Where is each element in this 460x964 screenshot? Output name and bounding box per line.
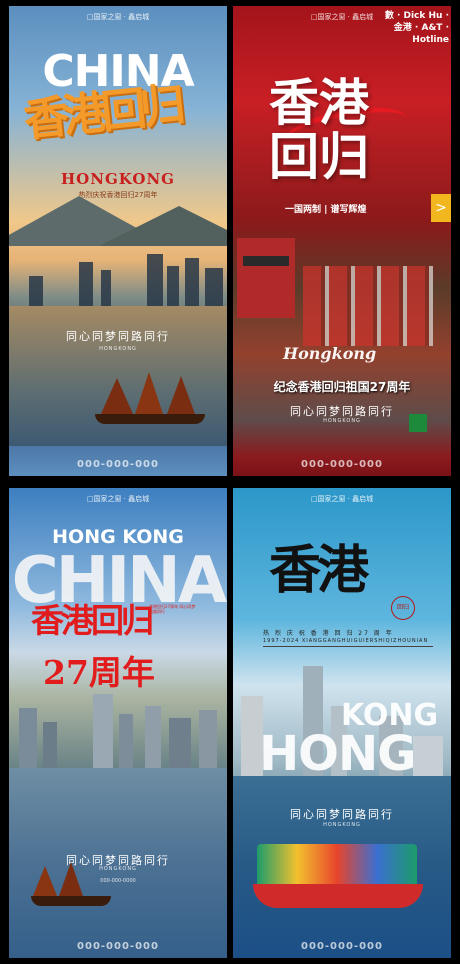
- junk-sail-icon: [101, 378, 133, 414]
- poster-hongkong-red: □国家之窗 · 鑫启城 數 · Dick Hu · 金港 · A&T · Hot…: [233, 6, 451, 476]
- phone-number: 000-000-000: [301, 459, 383, 470]
- double-decker-bus: [237, 238, 295, 318]
- junk-sail-icon: [59, 862, 83, 896]
- junk-sail-icon: [135, 372, 163, 414]
- tagline: 一国两制 | 谱写辉煌: [285, 205, 367, 215]
- phone-number: 000-000-000: [77, 459, 159, 470]
- brand-logo: □国家之窗 · 鑫启城: [86, 13, 150, 21]
- skyline: [9, 246, 227, 306]
- skyline: [9, 694, 227, 768]
- junk-boat-hull: [95, 414, 205, 424]
- hongkong-small: HONGKONG: [323, 822, 361, 828]
- title-block: 香港 回归: [269, 76, 369, 184]
- hongkong-small: HONGKONG: [99, 346, 137, 352]
- taxi-traffic: [303, 266, 433, 346]
- subtitle-cn: 热 烈 庆 祝 香 港 回 归 27 周 年: [263, 630, 394, 637]
- slogan: 同心同梦同路同行: [290, 808, 394, 821]
- traffic-sign-icon: [409, 414, 427, 432]
- arrow-icon: >: [431, 194, 451, 222]
- hongkong-script: Hongkong: [283, 344, 377, 363]
- junk-sail-icon: [167, 376, 195, 414]
- brand-logo: □国家之窗 · 鑫启城: [310, 495, 374, 503]
- seal-stamp: 回归: [391, 596, 415, 620]
- bus-window: [243, 256, 289, 266]
- mountain-shape: [99, 206, 227, 246]
- title-line1: 香港: [269, 74, 369, 132]
- subtitle-pinyin: 1997-2024 XIANGGANGHUIGUIERSHIQIZHOUNIAN: [263, 638, 433, 647]
- star-ferry-upper-deck: [257, 844, 417, 884]
- junk-sail-icon: [33, 866, 57, 896]
- hongkong-label: HONGKONG: [61, 170, 175, 188]
- memo-small: 香港回归27周年 同心同梦 同路同行: [149, 604, 196, 614]
- memorial-text: 纪念香港回归祖国27周年: [273, 380, 411, 394]
- phone-number: 000-000-000: [77, 941, 159, 952]
- hong-title: HONG: [259, 726, 417, 782]
- brand-logo: □国家之窗 · 鑫启城: [86, 495, 150, 503]
- title-line2: 回归: [269, 128, 369, 186]
- calligraphy-title: 香港: [269, 540, 369, 601]
- calligraphy-title: 香港回归: [31, 601, 154, 640]
- star-ferry-hull: [253, 884, 423, 908]
- anniversary-years: 27周年: [43, 653, 155, 692]
- phone-number: 000-000-000: [301, 941, 383, 952]
- poster-hong-kong-ferry: □国家之窗 · 鑫启城 香港 回归 热 烈 庆 祝 香 港 回 归 27 周 年…: [233, 488, 451, 958]
- slogan: 同心同梦同路同行: [66, 330, 170, 343]
- junk-boat-hull: [31, 896, 111, 906]
- poster-hongkong-orange: □国家之窗 · 鑫启城 CHINA 香港回归 HONGKONG 热烈庆祝香港回归…: [9, 6, 227, 476]
- poster-china-27-years: □国家之窗 · 鑫启城 HONG KONG CHINA 香港回归 香港回归27周…: [9, 488, 227, 958]
- street-signs: 數 · Dick Hu · 金港 · A&T · Hotline: [384, 11, 449, 45]
